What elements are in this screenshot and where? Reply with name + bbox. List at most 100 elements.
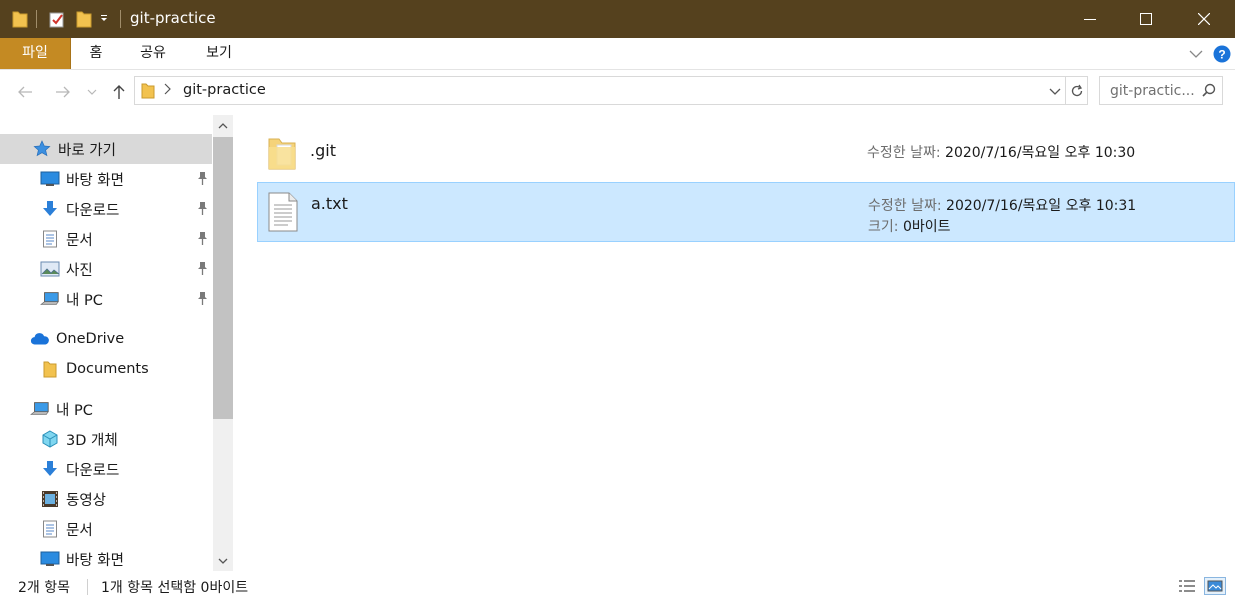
properties-icon[interactable] [48,9,66,29]
nav-item-onedrive[interactable]: OneDrive [0,324,212,354]
refresh-button[interactable] [1066,76,1088,105]
selection-info: 1개 항목 선택함 0바이트 [101,580,249,596]
search-box[interactable]: git-practic... [1099,76,1223,105]
nav-item-documents[interactable]: 문서 [0,224,212,254]
forward-button[interactable] [52,81,74,103]
maximize-icon [1140,13,1152,25]
svg-text:?: ? [1218,47,1225,61]
nav-item-downloads[interactable]: 다운로드 [0,194,212,224]
recent-locations-button[interactable] [84,81,100,103]
tiles-view-button[interactable] [1204,577,1226,595]
up-button[interactable] [108,81,130,103]
nav-item-onedrive-documents[interactable]: Documents [0,354,212,384]
nav-item-label: OneDrive [56,331,125,347]
cloud-icon [30,329,50,349]
chevron-down-icon [87,89,97,95]
modified-value: 2020/7/16/목요일 오후 10:30 [945,145,1136,161]
maximize-button[interactable] [1118,0,1174,38]
window-title: git-practice [130,9,216,27]
tab-share[interactable]: 공유 [132,38,174,69]
nav-item-label: 바탕 화면 [66,172,124,189]
nav-item-label: 내 PC [56,402,93,419]
folder-icon [12,9,28,29]
back-button[interactable] [14,81,36,103]
search-icon[interactable] [1202,83,1216,101]
pc-icon [30,399,50,419]
nav-item-label: 바탕 화면 [66,552,124,569]
refresh-icon [1071,84,1082,96]
modified-label: 수정한 날짜: [867,145,941,161]
status-separator [87,579,88,595]
nav-item-pictures[interactable]: 사진 [0,254,212,284]
item-count: 2개 항목 [18,580,70,596]
pin-icon[interactable] [195,171,209,187]
minimize-button[interactable] [1062,0,1118,38]
chevron-down-icon [1189,50,1203,58]
cube-icon [40,429,60,449]
nav-item-downloads-pc[interactable]: 다운로드 [0,454,212,484]
breadcrumb-separator-icon [163,83,171,99]
nav-item-this-pc[interactable]: 내 PC [0,394,212,424]
breadcrumb-item[interactable]: git-practice [183,82,266,98]
size-label: 크기: [868,219,899,235]
modified-label: 수정한 날짜: [868,198,942,214]
scroll-up-button[interactable] [213,115,233,135]
title-bar: git-practice [0,0,1235,38]
help-button[interactable]: ? [1211,43,1233,65]
nav-item-this-pc-quick[interactable]: 내 PC [0,284,212,314]
tab-home[interactable]: 홈 [80,38,112,69]
desktop-icon [40,169,60,189]
forward-arrow-icon [56,86,70,98]
star-icon [32,139,52,159]
back-arrow-icon [18,86,32,98]
pc-icon [40,289,60,309]
nav-item-desktop[interactable]: 바탕 화면 [0,164,212,194]
nav-item-label: 문서 [66,522,93,539]
nav-item-videos[interactable]: 동영상 [0,484,212,514]
nav-item-quick-access[interactable]: 바로 가기 [0,134,212,164]
details-view-button[interactable] [1176,577,1198,595]
pin-icon[interactable] [195,291,209,307]
toolbar-separator [120,10,121,28]
quick-access-dropdown-icon[interactable] [99,9,109,29]
close-icon [1198,13,1210,25]
tab-view[interactable]: 보기 [198,38,240,69]
help-icon: ? [1213,45,1231,62]
folder-icon [141,82,155,103]
nav-item-label: 다운로드 [66,462,120,479]
scroll-down-button[interactable] [213,551,233,571]
tab-file[interactable]: 파일 [0,38,71,69]
address-dropdown-button[interactable] [1049,85,1061,101]
file-list: .git 수정한 날짜: 2020/7/16/목요일 오후 10:30 a.tx… [233,115,1235,571]
nav-item-label: 다운로드 [66,202,120,219]
nav-item-desktop-pc[interactable]: 바탕 화면 [0,544,212,574]
folder-icon [265,131,299,173]
expand-ribbon-button[interactable] [1185,43,1207,65]
new-folder-icon[interactable] [76,9,92,29]
pin-icon[interactable] [195,201,209,217]
chevron-up-icon [218,122,228,128]
nav-item-label: 3D 개체 [66,432,118,449]
desktop-icon [40,549,60,569]
address-bar[interactable]: git-practice [134,76,1066,105]
nav-scrollbar[interactable] [213,115,233,571]
nav-item-3d-objects[interactable]: 3D 개체 [0,424,212,454]
chevron-down-icon [218,558,228,564]
search-placeholder: git-practic... [1110,83,1195,99]
file-item-git[interactable]: .git 수정한 날짜: 2020/7/16/목요일 오후 10:30 [257,123,1235,183]
minimize-icon [1084,19,1096,20]
file-name: .git [310,141,336,160]
nav-item-label: 문서 [66,232,93,249]
nav-item-label: 동영상 [66,492,107,509]
pin-icon[interactable] [195,231,209,247]
pin-icon[interactable] [195,261,209,277]
nav-item-label: 사진 [66,262,93,279]
scroll-thumb[interactable] [213,137,233,419]
close-button[interactable] [1176,0,1232,38]
nav-item-label: 바로 가기 [58,142,116,159]
file-item-a-txt[interactable]: a.txt 수정한 날짜: 2020/7/16/목요일 오후 10:31 크기:… [257,182,1235,242]
document-icon [40,229,60,249]
size-value: 0바이트 [902,219,951,235]
nav-item-documents-pc[interactable]: 문서 [0,514,212,544]
video-icon [40,489,60,509]
